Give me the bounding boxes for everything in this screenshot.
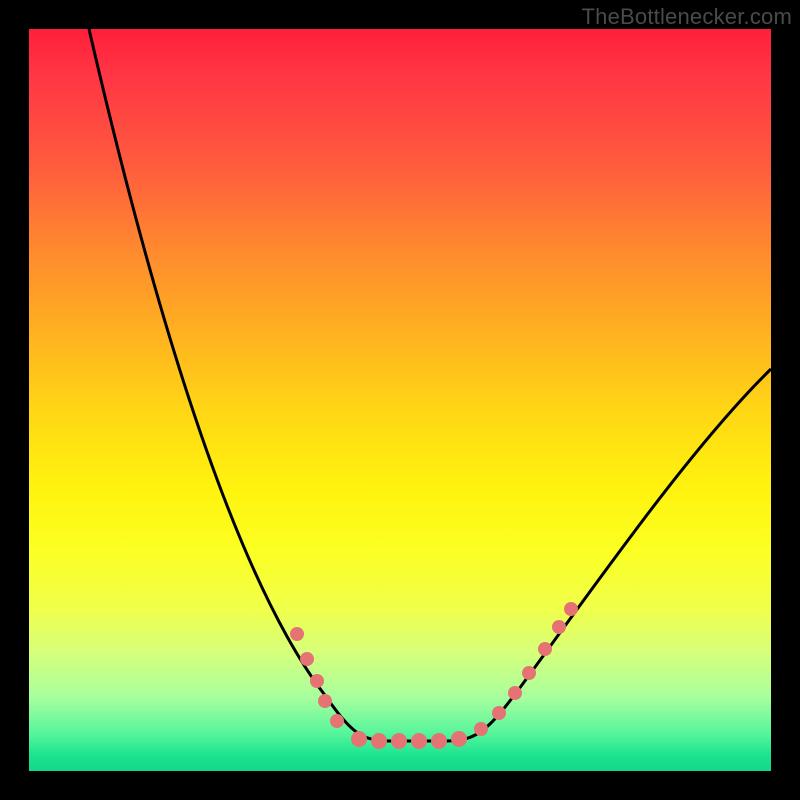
marker	[508, 686, 522, 700]
marker	[552, 620, 566, 634]
marker	[371, 733, 387, 749]
marker	[391, 733, 407, 749]
marker	[318, 694, 332, 708]
marker	[451, 731, 467, 747]
marker	[330, 714, 344, 728]
marker	[522, 666, 536, 680]
marker	[492, 706, 506, 720]
bottleneck-curve	[89, 29, 771, 741]
marker	[564, 602, 578, 616]
chart-frame: TheBottlenecker.com	[0, 0, 800, 800]
marker	[310, 674, 324, 688]
watermark-text: TheBottlenecker.com	[582, 4, 792, 30]
marker	[300, 652, 314, 666]
marker-group	[290, 602, 578, 749]
marker	[474, 722, 488, 736]
marker	[431, 733, 447, 749]
marker	[411, 733, 427, 749]
plot-area	[29, 29, 771, 771]
curve-group	[89, 29, 771, 741]
chart-svg	[29, 29, 771, 771]
marker	[351, 731, 367, 747]
marker	[290, 627, 304, 641]
marker	[538, 642, 552, 656]
